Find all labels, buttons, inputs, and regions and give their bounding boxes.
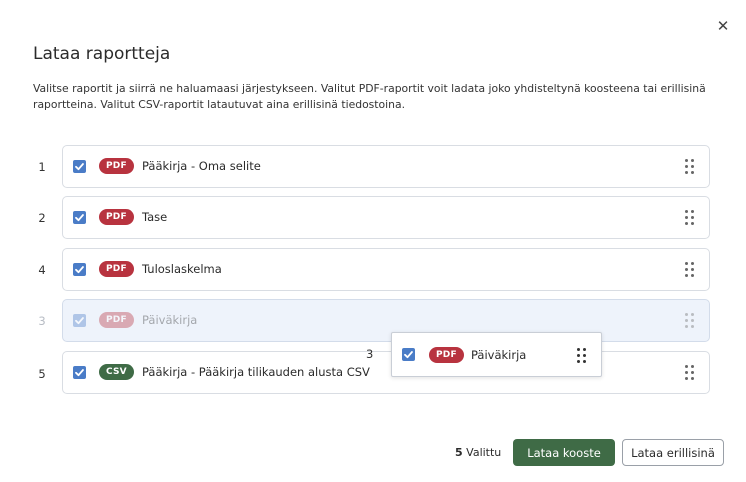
dialog-description: Valitse raportit ja siirrä ne haluamaasi… bbox=[33, 82, 706, 111]
report-name: Pääkirja - Pääkirja tilikauden alusta CS… bbox=[142, 365, 370, 379]
report-name: Tase bbox=[142, 210, 168, 224]
selected-count-number: 5 bbox=[455, 446, 463, 459]
pdf-badge: PDF bbox=[99, 261, 134, 277]
close-icon[interactable]: ✕ bbox=[714, 17, 732, 35]
row-number: 4 bbox=[38, 263, 46, 277]
report-name: Päiväkirja bbox=[471, 348, 527, 362]
drag-handle-icon[interactable] bbox=[685, 261, 695, 277]
drag-row-number: 3 bbox=[366, 347, 374, 361]
drag-handle-icon[interactable] bbox=[685, 364, 695, 380]
dialog-title: Lataa raportteja bbox=[33, 44, 171, 64]
checkmark-icon bbox=[404, 351, 413, 359]
pdf-badge: PDF bbox=[429, 347, 464, 363]
drop-placeholder-paivakirja: PDF Päiväkirja bbox=[62, 299, 710, 342]
report-checkbox bbox=[73, 314, 86, 327]
report-item-paakirja-csv[interactable]: CSV Pääkirja - Pääkirja tilikauden alust… bbox=[62, 351, 710, 394]
pdf-badge: PDF bbox=[99, 158, 134, 174]
pdf-badge: PDF bbox=[99, 209, 134, 225]
row-number: 2 bbox=[38, 211, 46, 225]
drag-handle-icon[interactable] bbox=[577, 347, 587, 363]
row-number: 5 bbox=[38, 367, 46, 381]
selected-count-label: Valittu bbox=[466, 446, 502, 459]
report-item-tuloslaskelma[interactable]: PDF Tuloslaskelma bbox=[62, 248, 710, 291]
selected-count: 5 Valittu bbox=[455, 446, 501, 459]
report-name: Pääkirja - Oma selite bbox=[142, 159, 261, 173]
checkmark-icon bbox=[75, 317, 84, 325]
download-separate-button[interactable]: Lataa erillisinä bbox=[622, 439, 724, 466]
report-checkbox[interactable] bbox=[73, 366, 86, 379]
report-name: Tuloslaskelma bbox=[142, 262, 222, 276]
download-combined-button[interactable]: Lataa kooste bbox=[513, 439, 615, 466]
report-checkbox[interactable] bbox=[73, 160, 86, 173]
checkmark-icon bbox=[75, 163, 84, 171]
checkmark-icon bbox=[75, 369, 84, 377]
row-number: 3 bbox=[38, 314, 46, 328]
drag-handle-icon[interactable] bbox=[685, 209, 695, 225]
drag-handle-icon bbox=[685, 312, 695, 328]
drag-handle-icon[interactable] bbox=[685, 158, 695, 174]
checkmark-icon bbox=[75, 214, 84, 222]
dragged-report-item[interactable]: PDF Päiväkirja bbox=[391, 332, 602, 377]
report-item-paakirja-oma-selite[interactable]: PDF Pääkirja - Oma selite bbox=[62, 145, 710, 188]
report-item-tase[interactable]: PDF Tase bbox=[62, 196, 710, 239]
report-checkbox[interactable] bbox=[402, 348, 415, 361]
report-checkbox[interactable] bbox=[73, 211, 86, 224]
checkmark-icon bbox=[75, 266, 84, 274]
report-checkbox[interactable] bbox=[73, 263, 86, 276]
row-number: 1 bbox=[38, 160, 46, 174]
pdf-badge: PDF bbox=[99, 312, 134, 328]
report-name: Päiväkirja bbox=[142, 313, 198, 327]
csv-badge: CSV bbox=[99, 364, 134, 380]
